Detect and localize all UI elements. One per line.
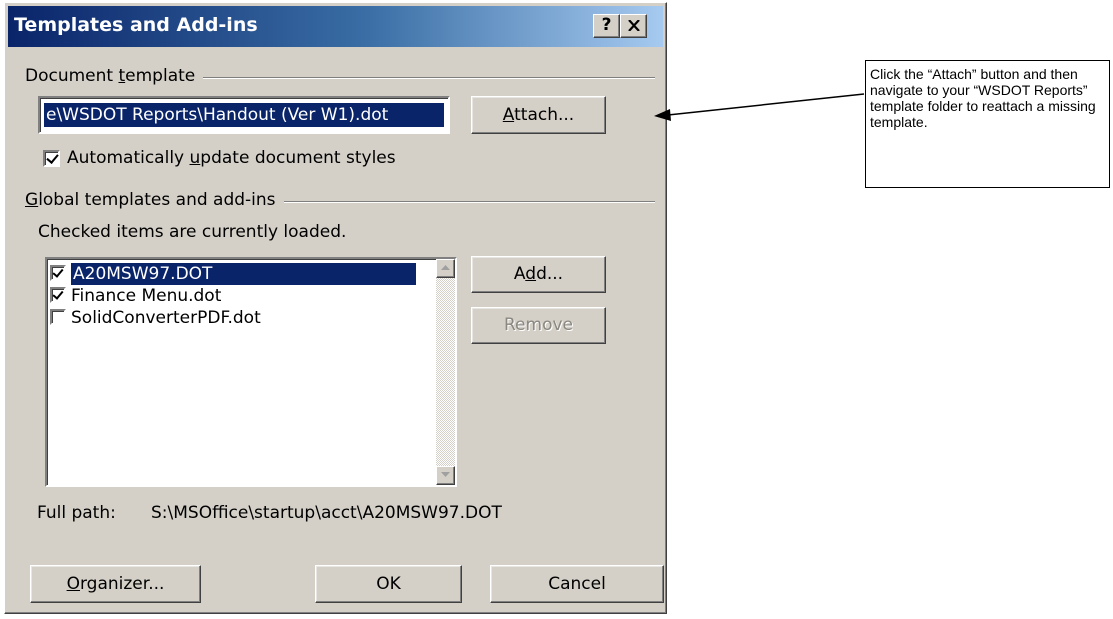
- callout-note: Click the “Attach” button and then navig…: [865, 60, 1110, 188]
